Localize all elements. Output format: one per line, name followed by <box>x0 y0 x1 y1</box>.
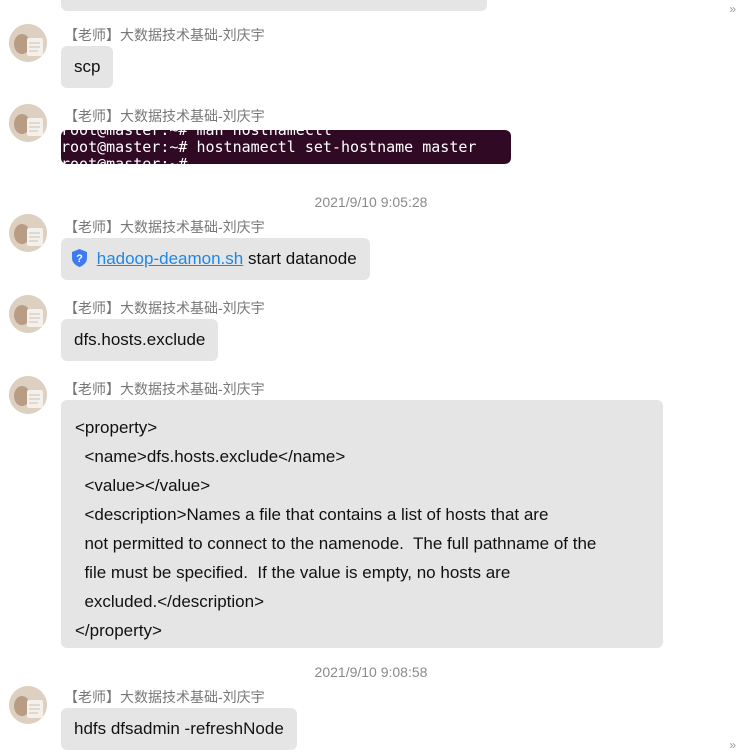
message-bubble[interactable]: ? hadoop-deamon.sh start datanode <box>61 238 370 280</box>
message-text: start datanode <box>243 249 357 268</box>
avatar-image-icon <box>9 686 47 724</box>
sender-name: 【老师】大数据技术基础-刘庆宇 <box>64 108 265 124</box>
sender-name: 【老师】大数据技术基础-刘庆宇 <box>64 219 265 235</box>
message-text: scp <box>74 57 101 76</box>
sender-name: 【老师】大数据技术基础-刘庆宇 <box>64 27 265 43</box>
sender-name: 【老师】大数据技术基础-刘庆宇 <box>64 300 265 316</box>
message-text: dfs.hosts.exclude <box>74 330 206 349</box>
message-bubble-partial <box>61 0 487 11</box>
terminal-line: root@master:~# <box>61 155 197 164</box>
avatar-image-icon <box>9 214 47 252</box>
message-bubble[interactable]: <property> <name>dfs.hosts.exclude</name… <box>61 400 663 648</box>
terminal-screenshot[interactable]: root@master:~# man hostnamectl root@mast… <box>61 130 511 164</box>
avatar[interactable] <box>9 295 47 333</box>
corner-mark: » <box>729 2 736 16</box>
message-text: hdfs dfsadmin -refreshNode <box>74 719 284 738</box>
chat-panel: » » 【老师】大数据技术基础-刘庆宇 scp 【老师】大数据技术基础-刘庆宇 … <box>0 0 736 752</box>
avatar-image-icon <box>9 104 47 142</box>
avatar[interactable] <box>9 24 47 62</box>
avatar[interactable] <box>9 214 47 252</box>
message-bubble[interactable]: hdfs dfsadmin -refreshNode <box>61 708 297 750</box>
timestamp: 2021/9/10 9:08:58 <box>314 664 428 680</box>
avatar-image-icon <box>9 24 47 62</box>
message-code-text: <property> <name>dfs.hosts.exclude</name… <box>75 418 597 640</box>
security-shield-icon: ? <box>72 249 87 267</box>
terminal-line: root@master:~# hostnamectl set-hostname … <box>61 138 477 156</box>
timestamp: 2021/9/10 9:05:28 <box>314 194 428 210</box>
sender-name: 【老师】大数据技术基础-刘庆宇 <box>64 689 265 705</box>
avatar[interactable] <box>9 686 47 724</box>
avatar[interactable] <box>9 376 47 414</box>
avatar-image-icon <box>9 376 47 414</box>
message-bubble[interactable]: scp <box>61 46 114 88</box>
avatar-image-icon <box>9 295 47 333</box>
message-bubble[interactable]: dfs.hosts.exclude <box>61 319 219 361</box>
svg-text:?: ? <box>76 253 83 265</box>
avatar[interactable] <box>9 104 47 142</box>
file-link[interactable]: hadoop-deamon.sh <box>97 249 244 268</box>
corner-mark: » <box>729 738 736 752</box>
sender-name: 【老师】大数据技术基础-刘庆宇 <box>64 381 265 397</box>
